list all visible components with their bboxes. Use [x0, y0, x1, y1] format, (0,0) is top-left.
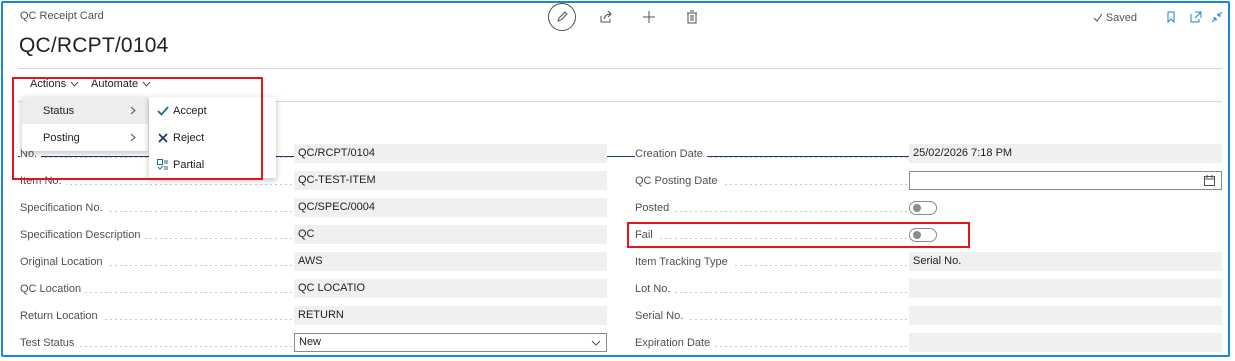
label-specification-no: Specification No. [20, 202, 292, 214]
saved-check-icon [1093, 13, 1103, 22]
test-status-value: New [299, 336, 322, 348]
open-new-window-icon[interactable] [1186, 7, 1206, 27]
label-expiration-date: Expiration Date [635, 337, 907, 349]
highlight-fail-field [627, 222, 970, 248]
share-icon[interactable] [596, 7, 616, 27]
label-lot-no: Lot No. [635, 283, 907, 295]
posted-toggle[interactable] [909, 201, 937, 215]
label-qc-location: QC Location [20, 283, 292, 295]
label-return-location: Return Location [20, 310, 292, 322]
item-no-field[interactable]: QC-TEST-ITEM [294, 171, 607, 190]
creation-date-field[interactable]: 25/02/2026 7:18 PM [909, 144, 1222, 163]
label-item-tracking-type: Item Tracking Type [635, 256, 907, 268]
item-tracking-type-field[interactable]: Serial No. [909, 252, 1222, 271]
label-specification-description: Specification Description [20, 229, 292, 241]
return-location-field[interactable]: RETURN [294, 306, 607, 325]
original-location-field[interactable]: AWS [294, 252, 607, 271]
delete-icon[interactable] [682, 7, 702, 27]
calendar-icon [1204, 175, 1215, 186]
test-status-select[interactable]: New [294, 333, 607, 352]
label-creation-date: Creation Date [635, 148, 907, 160]
saved-label: Saved [1105, 12, 1137, 24]
expiration-date-field[interactable] [909, 333, 1222, 352]
lot-no-field[interactable] [909, 279, 1222, 298]
label-serial-no: Serial No. [635, 310, 907, 322]
specification-no-field[interactable]: QC/SPEC/0004 [294, 198, 607, 217]
qc-location-field[interactable]: QC LOCATIO [294, 279, 607, 298]
bookmark-icon[interactable] [1161, 7, 1181, 27]
serial-no-field[interactable] [909, 306, 1222, 325]
highlight-actions-menu [12, 77, 263, 180]
label-original-location: Original Location [20, 256, 292, 268]
page-title: QC/RCPT/0104 [19, 34, 169, 57]
chevron-down-icon [591, 340, 601, 346]
specification-description-field[interactable]: QC [294, 225, 607, 244]
breadcrumb: QC Receipt Card [20, 10, 104, 22]
label-qc-posting-date: QC Posting Date [635, 175, 907, 187]
new-icon[interactable] [639, 7, 659, 27]
label-test-status: Test Status [20, 337, 292, 349]
collapse-icon[interactable] [1207, 7, 1227, 27]
qc-posting-date-input[interactable] [909, 171, 1222, 190]
no-field[interactable]: QC/RCPT/0104 [294, 144, 607, 163]
label-posted: Posted [635, 202, 907, 214]
saved-status: Saved [1093, 12, 1137, 24]
edit-icon[interactable] [548, 3, 576, 31]
